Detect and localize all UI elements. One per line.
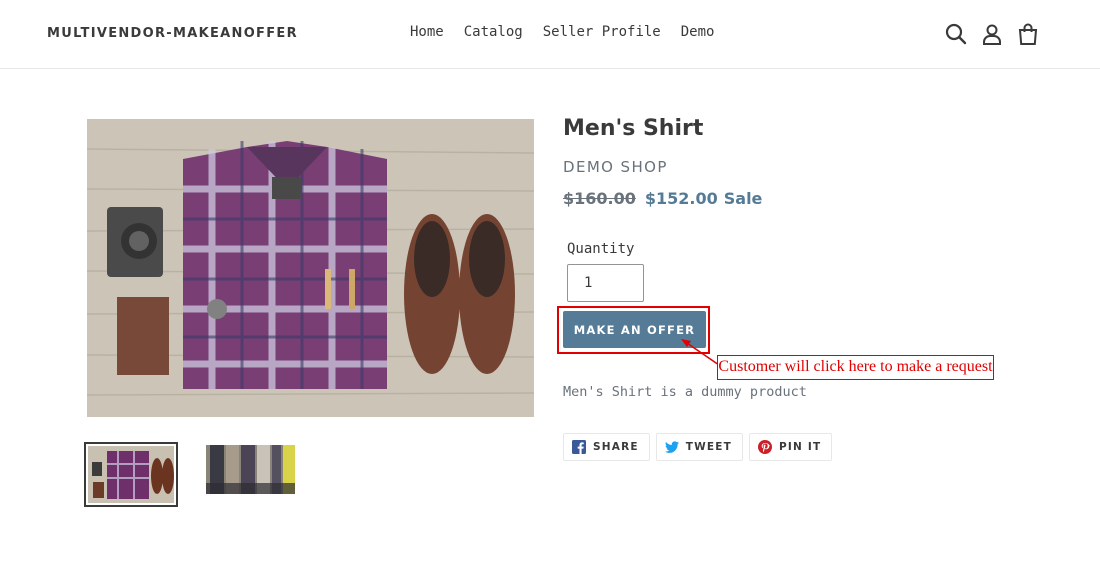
twitter-icon xyxy=(664,441,679,453)
nav-catalog[interactable]: Catalog xyxy=(464,24,523,40)
facebook-icon xyxy=(572,440,586,454)
sale-price: $152.00 xyxy=(644,189,718,208)
site-header: MULTIVENDOR-MAKEANOFFER Home Catalog Sel… xyxy=(0,0,1100,69)
sale-label: Sale xyxy=(723,189,763,208)
product-description: Men's Shirt is a dummy product xyxy=(563,384,807,400)
product-title: Men's Shirt xyxy=(563,116,704,141)
share-facebook-label: SHARE xyxy=(593,441,639,453)
share-pinterest-button[interactable]: PIN IT xyxy=(749,433,833,461)
product-thumbnail-1[interactable] xyxy=(84,442,178,507)
share-twitter-button[interactable]: TWEET xyxy=(655,433,743,461)
share-facebook-button[interactable]: SHARE xyxy=(563,433,650,461)
nav-home[interactable]: Home xyxy=(410,24,444,40)
pinterest-icon xyxy=(758,440,772,454)
share-pinterest-label: PIN IT xyxy=(779,441,822,453)
search-icon[interactable] xyxy=(944,22,968,46)
nav-demo[interactable]: Demo xyxy=(681,24,715,40)
product-main-image[interactable] xyxy=(87,119,534,417)
compare-price: $160.00 xyxy=(563,189,636,208)
header-icons xyxy=(944,22,1052,46)
share-twitter-label: TWEET xyxy=(685,441,732,453)
price-row: $160.00 $152.00 Sale xyxy=(563,189,762,208)
cart-icon[interactable] xyxy=(1016,22,1040,46)
nav-seller-profile[interactable]: Seller Profile xyxy=(543,24,661,40)
store-logo[interactable]: MULTIVENDOR-MAKEANOFFER xyxy=(47,26,298,41)
main-nav: Home Catalog Seller Profile Demo xyxy=(400,24,724,40)
product-vendor: DEMO SHOP xyxy=(563,158,668,176)
quantity-label: Quantity xyxy=(567,241,635,257)
account-icon[interactable] xyxy=(980,22,1004,46)
social-share: SHARE TWEET PIN IT xyxy=(563,433,838,461)
quantity-input[interactable] xyxy=(567,264,644,302)
annotation-callout: Customer will click here to make a reque… xyxy=(717,355,994,380)
product-thumbnail-2[interactable] xyxy=(206,445,295,494)
